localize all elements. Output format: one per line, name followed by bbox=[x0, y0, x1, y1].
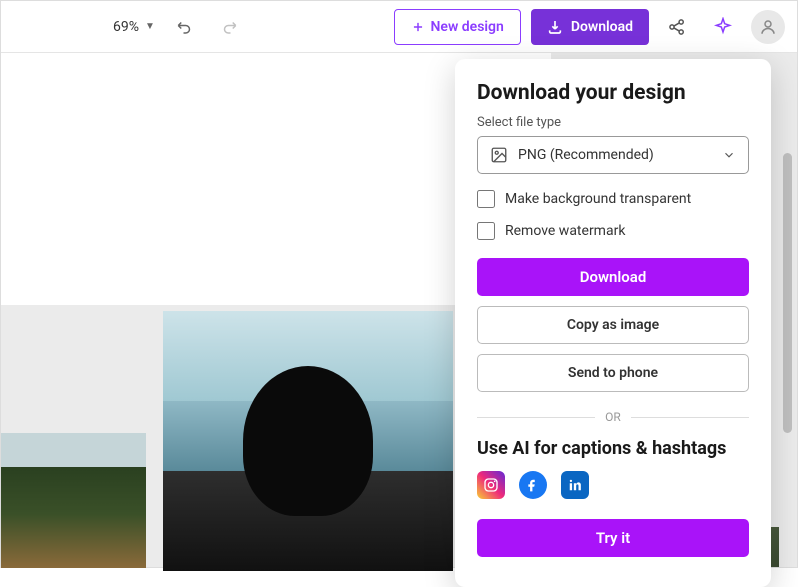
download-label-top: Download bbox=[571, 19, 633, 35]
transparent-checkbox[interactable] bbox=[477, 190, 495, 208]
panel-title: Download your design bbox=[477, 81, 749, 105]
watermark-checkbox[interactable] bbox=[477, 222, 495, 240]
transparent-label: Make background transparent bbox=[505, 191, 691, 207]
social-icons-row bbox=[477, 471, 749, 499]
file-type-label: Select file type bbox=[477, 115, 749, 130]
chevron-down-icon bbox=[722, 148, 736, 162]
instagram-icon[interactable] bbox=[477, 471, 505, 499]
chevron-down-icon: ▼ bbox=[145, 21, 155, 32]
download-panel: Download your design Select file type PN… bbox=[455, 59, 771, 587]
share-icon-button[interactable] bbox=[659, 9, 695, 45]
canvas-image-left[interactable] bbox=[1, 433, 146, 568]
file-type-select[interactable]: PNG (Recommended) bbox=[477, 136, 749, 174]
copy-image-button[interactable]: Copy as image bbox=[477, 306, 749, 344]
user-icon bbox=[759, 18, 777, 36]
top-toolbar: 69% ▼ New design Download bbox=[1, 1, 797, 53]
transparent-checkbox-row[interactable]: Make background transparent bbox=[477, 190, 749, 208]
download-icon bbox=[547, 19, 563, 35]
user-avatar[interactable] bbox=[751, 10, 785, 44]
try-it-button[interactable]: Try it bbox=[477, 519, 749, 557]
plus-icon bbox=[411, 20, 425, 34]
send-to-phone-button[interactable]: Send to phone bbox=[477, 354, 749, 392]
zoom-control[interactable]: 69% ▼ bbox=[113, 19, 155, 35]
share-icon bbox=[667, 17, 687, 37]
new-design-label: New design bbox=[431, 19, 504, 35]
watermark-label: Remove watermark bbox=[505, 223, 625, 239]
file-type-value: PNG (Recommended) bbox=[518, 147, 712, 163]
download-button[interactable]: Download bbox=[477, 258, 749, 296]
divider-label: OR bbox=[605, 410, 621, 424]
sparkle-icon-button[interactable] bbox=[705, 9, 741, 45]
linkedin-icon[interactable] bbox=[561, 471, 589, 499]
ai-section-title: Use AI for captions & hashtags bbox=[477, 438, 749, 459]
undo-button[interactable] bbox=[171, 13, 199, 41]
image-icon bbox=[490, 146, 508, 164]
scrollbar[interactable] bbox=[783, 153, 792, 433]
watermark-checkbox-row[interactable]: Remove watermark bbox=[477, 222, 749, 240]
divider: OR bbox=[477, 410, 749, 424]
sparkle-icon bbox=[713, 17, 733, 37]
redo-button[interactable] bbox=[215, 13, 243, 41]
download-button-top[interactable]: Download bbox=[531, 9, 649, 45]
new-design-button[interactable]: New design bbox=[394, 9, 521, 45]
zoom-value: 69% bbox=[113, 19, 139, 35]
canvas-image-main[interactable] bbox=[163, 311, 453, 571]
facebook-icon[interactable] bbox=[519, 471, 547, 499]
